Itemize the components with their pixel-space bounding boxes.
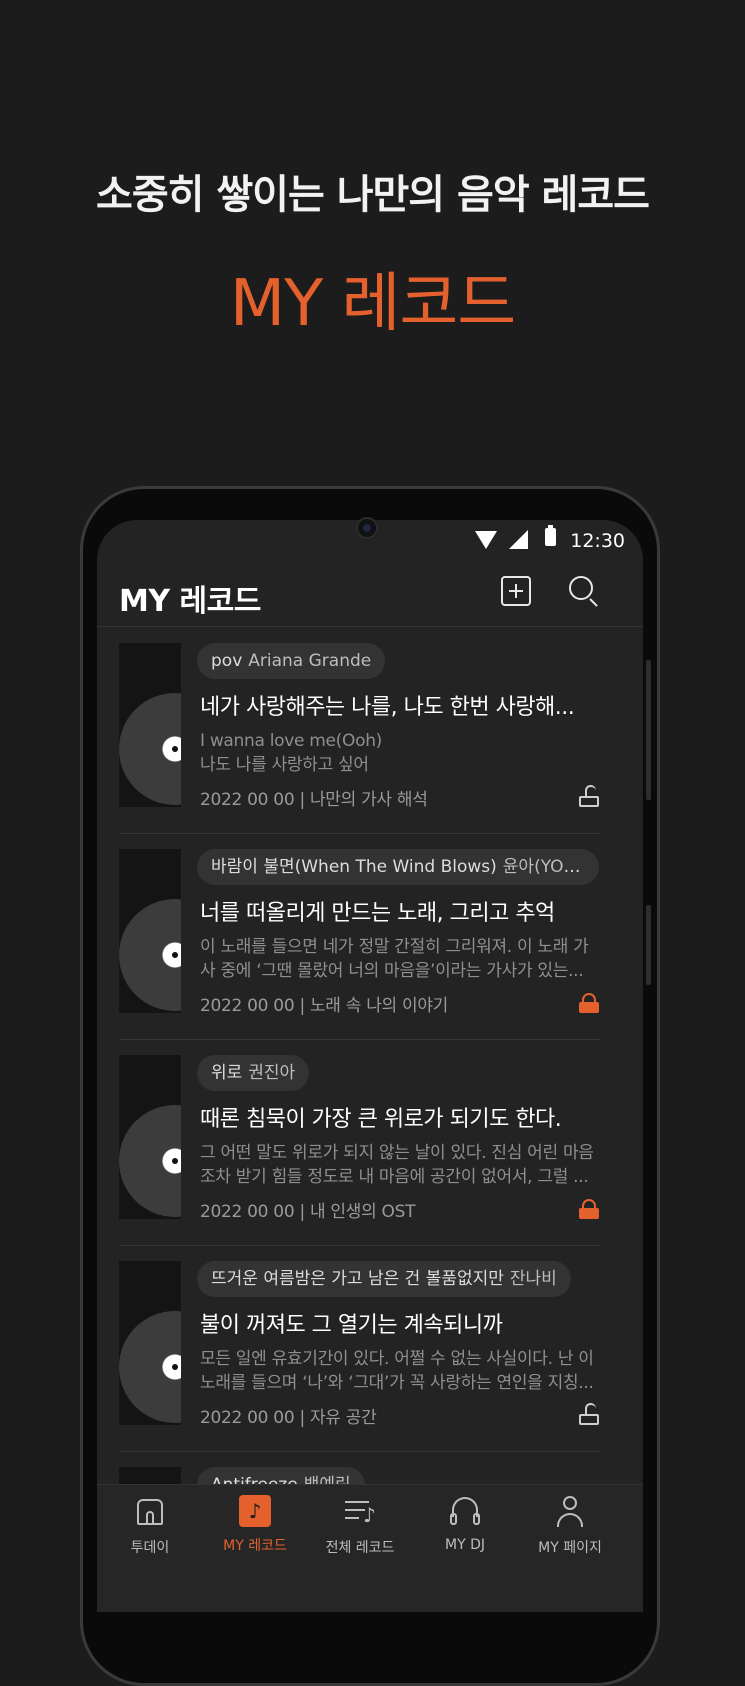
record-title: 너를 떠올리게 만드는 노래, 그리고 추억: [200, 901, 555, 926]
page-title: MY 레코드: [119, 584, 261, 619]
promo-subheadline: MY 레코드: [229, 267, 516, 341]
record-meta: 2022 00 00 | 나만의 가사 해석: [200, 790, 428, 810]
status-time: 12:30: [570, 530, 625, 552]
album-cover: [119, 1261, 181, 1425]
vinyl-icon: [119, 693, 181, 805]
lock-icon[interactable]: [579, 1199, 599, 1219]
record-excerpt: I wanna love me(Ooh) 나도 나를 사랑하고 싶어: [200, 729, 602, 777]
excerpt-line: I wanna love me(Ooh): [200, 731, 382, 751]
nav-label: MY 페이지: [538, 1540, 602, 1556]
playlist-icon: ♪: [343, 1495, 377, 1529]
song-name: 바람이 불면(When The Wind Blows): [211, 857, 497, 877]
headphones-icon: [448, 1495, 482, 1529]
album-cover: [119, 643, 181, 807]
nav-label: MY DJ: [445, 1537, 485, 1553]
song-tag[interactable]: pov Ariana Grande: [197, 643, 386, 679]
song-name: pov: [211, 651, 243, 671]
home-icon: [133, 1495, 167, 1529]
album-cover: [119, 849, 181, 1013]
nav-item-my-dj[interactable]: MY DJ: [415, 1495, 515, 1575]
record-title: 불이 꺼져도 그 열기는 계속되니까: [200, 1313, 503, 1338]
record-card[interactable]: 위로 권진아 때론 침묵이 가장 큰 위로가 되기도 한다. 그 어떤 말도 위로…: [119, 1039, 601, 1246]
unlock-icon[interactable]: [579, 785, 599, 807]
song-name: 뜨거운 여름밤은 가고 남은 건 볼품없지만: [211, 1269, 504, 1289]
unlock-icon[interactable]: [579, 1403, 599, 1425]
nav-item-my-record[interactable]: MY 레코드: [205, 1495, 305, 1575]
vinyl-icon: [119, 1311, 181, 1423]
music-note-icon: [239, 1495, 271, 1527]
record-title: 때론 침묵이 가장 큰 위로가 되기도 한다.: [200, 1107, 562, 1132]
song-name: 위로: [211, 1063, 243, 1083]
promo-headline: 소중히 쌓이는 나만의 음악 레코드: [96, 172, 650, 218]
person-icon: [553, 1495, 587, 1529]
record-meta: 2022 00 00 | 노래 속 나의 이야기: [200, 996, 449, 1016]
song-tag[interactable]: 뜨거운 여름밤은 가고 남은 건 볼품없지만 잔나비: [197, 1261, 571, 1297]
excerpt-line: 조차 받기 힘들 정도로 내 마음에 공간이 없어서, 그럴 ...: [200, 1167, 589, 1187]
record-card[interactable]: 뜨거운 여름밤은 가고 남은 건 볼품없지만 잔나비 불이 꺼져도 그 열기는 계…: [119, 1245, 601, 1452]
record-card[interactable]: pov Ariana Grande 네가 사랑해주는 나를, 나도 한번 사랑해.…: [119, 627, 601, 834]
record-card[interactable]: 바람이 불면(When The Wind Blows) 윤아(YOO... 너를 …: [119, 833, 601, 1040]
excerpt-line: 사 중에 ‘그땐 몰랐어 너의 마음을’이라는 가사가 있는...: [200, 961, 584, 981]
record-excerpt: 모든 일엔 유효기간이 있다. 어쩔 수 없는 사실이다. 난 이 노래를 들으…: [200, 1347, 602, 1395]
excerpt-line: 이 노래를 들으면 네가 정말 간절히 그리워져. 이 노래 가: [200, 937, 589, 957]
phone-screen: 12:30 MY 레코드 pov Ariana Grande 네가 사랑해주는 나…: [97, 520, 643, 1612]
record-meta: 2022 00 00 | 자유 공간: [200, 1408, 377, 1428]
signal-icon: [509, 530, 528, 549]
phone-side-button: [646, 660, 651, 800]
search-icon-handle: [589, 598, 598, 607]
nav-label: MY 레코드: [223, 1538, 287, 1554]
search-button[interactable]: [569, 576, 601, 608]
song-tag[interactable]: 위로 권진아: [197, 1055, 310, 1091]
record-excerpt: 그 어떤 말도 위로가 되지 않는 날이 있다. 진심 어린 마음 조차 받기 …: [200, 1141, 602, 1189]
record-meta: 2022 00 00 | 내 인생의 OST: [200, 1202, 416, 1222]
phone-side-button: [646, 905, 651, 985]
album-cover: [119, 1055, 181, 1219]
vinyl-icon: [119, 1105, 181, 1217]
excerpt-line: 나도 나를 사랑하고 싶어: [200, 755, 369, 775]
lock-icon[interactable]: [579, 993, 599, 1013]
nav-item-today[interactable]: 투데이: [100, 1495, 200, 1575]
nav-item-all-records[interactable]: ♪ 전체 레코드: [310, 1495, 410, 1575]
song-tag[interactable]: 바람이 불면(When The Wind Blows) 윤아(YOO...: [197, 849, 599, 885]
record-list[interactable]: pov Ariana Grande 네가 사랑해주는 나를, 나도 한번 사랑해.…: [97, 627, 643, 1507]
camera-icon: [356, 517, 378, 539]
record-excerpt: 이 노래를 들으면 네가 정말 간절히 그리워져. 이 노래 가 사 중에 ‘그…: [200, 935, 602, 983]
wifi-icon: [475, 531, 497, 549]
excerpt-line: 그 어떤 말도 위로가 되지 않는 날이 있다. 진심 어린 마음: [200, 1143, 594, 1163]
search-icon: [569, 576, 593, 600]
nav-label: 투데이: [130, 1540, 170, 1556]
add-record-button[interactable]: [501, 576, 531, 606]
artist-name: 권진아: [248, 1063, 296, 1083]
artist-name: 잔나비: [509, 1269, 557, 1289]
excerpt-line: 모든 일엔 유효기간이 있다. 어쩔 수 없는 사실이다. 난 이: [200, 1349, 594, 1369]
artist-name: 윤아(YOO...: [502, 857, 593, 877]
app-header: MY 레코드: [97, 564, 643, 627]
vinyl-icon: [119, 899, 181, 1011]
bottom-nav: 투데이 MY 레코드 ♪ 전체 레코드 MY DJ MY 페이지: [97, 1484, 643, 1612]
nav-label: 전체 레코드: [325, 1540, 395, 1556]
excerpt-line: 노래를 들으며 ‘나’와 ‘그대’가 꼭 사랑하는 연인을 지칭...: [200, 1373, 594, 1393]
record-title: 네가 사랑해주는 나를, 나도 한번 사랑해...: [200, 695, 575, 720]
nav-item-my-page[interactable]: MY 페이지: [520, 1495, 620, 1575]
battery-icon: [545, 525, 556, 546]
artist-name: Ariana Grande: [248, 651, 372, 671]
